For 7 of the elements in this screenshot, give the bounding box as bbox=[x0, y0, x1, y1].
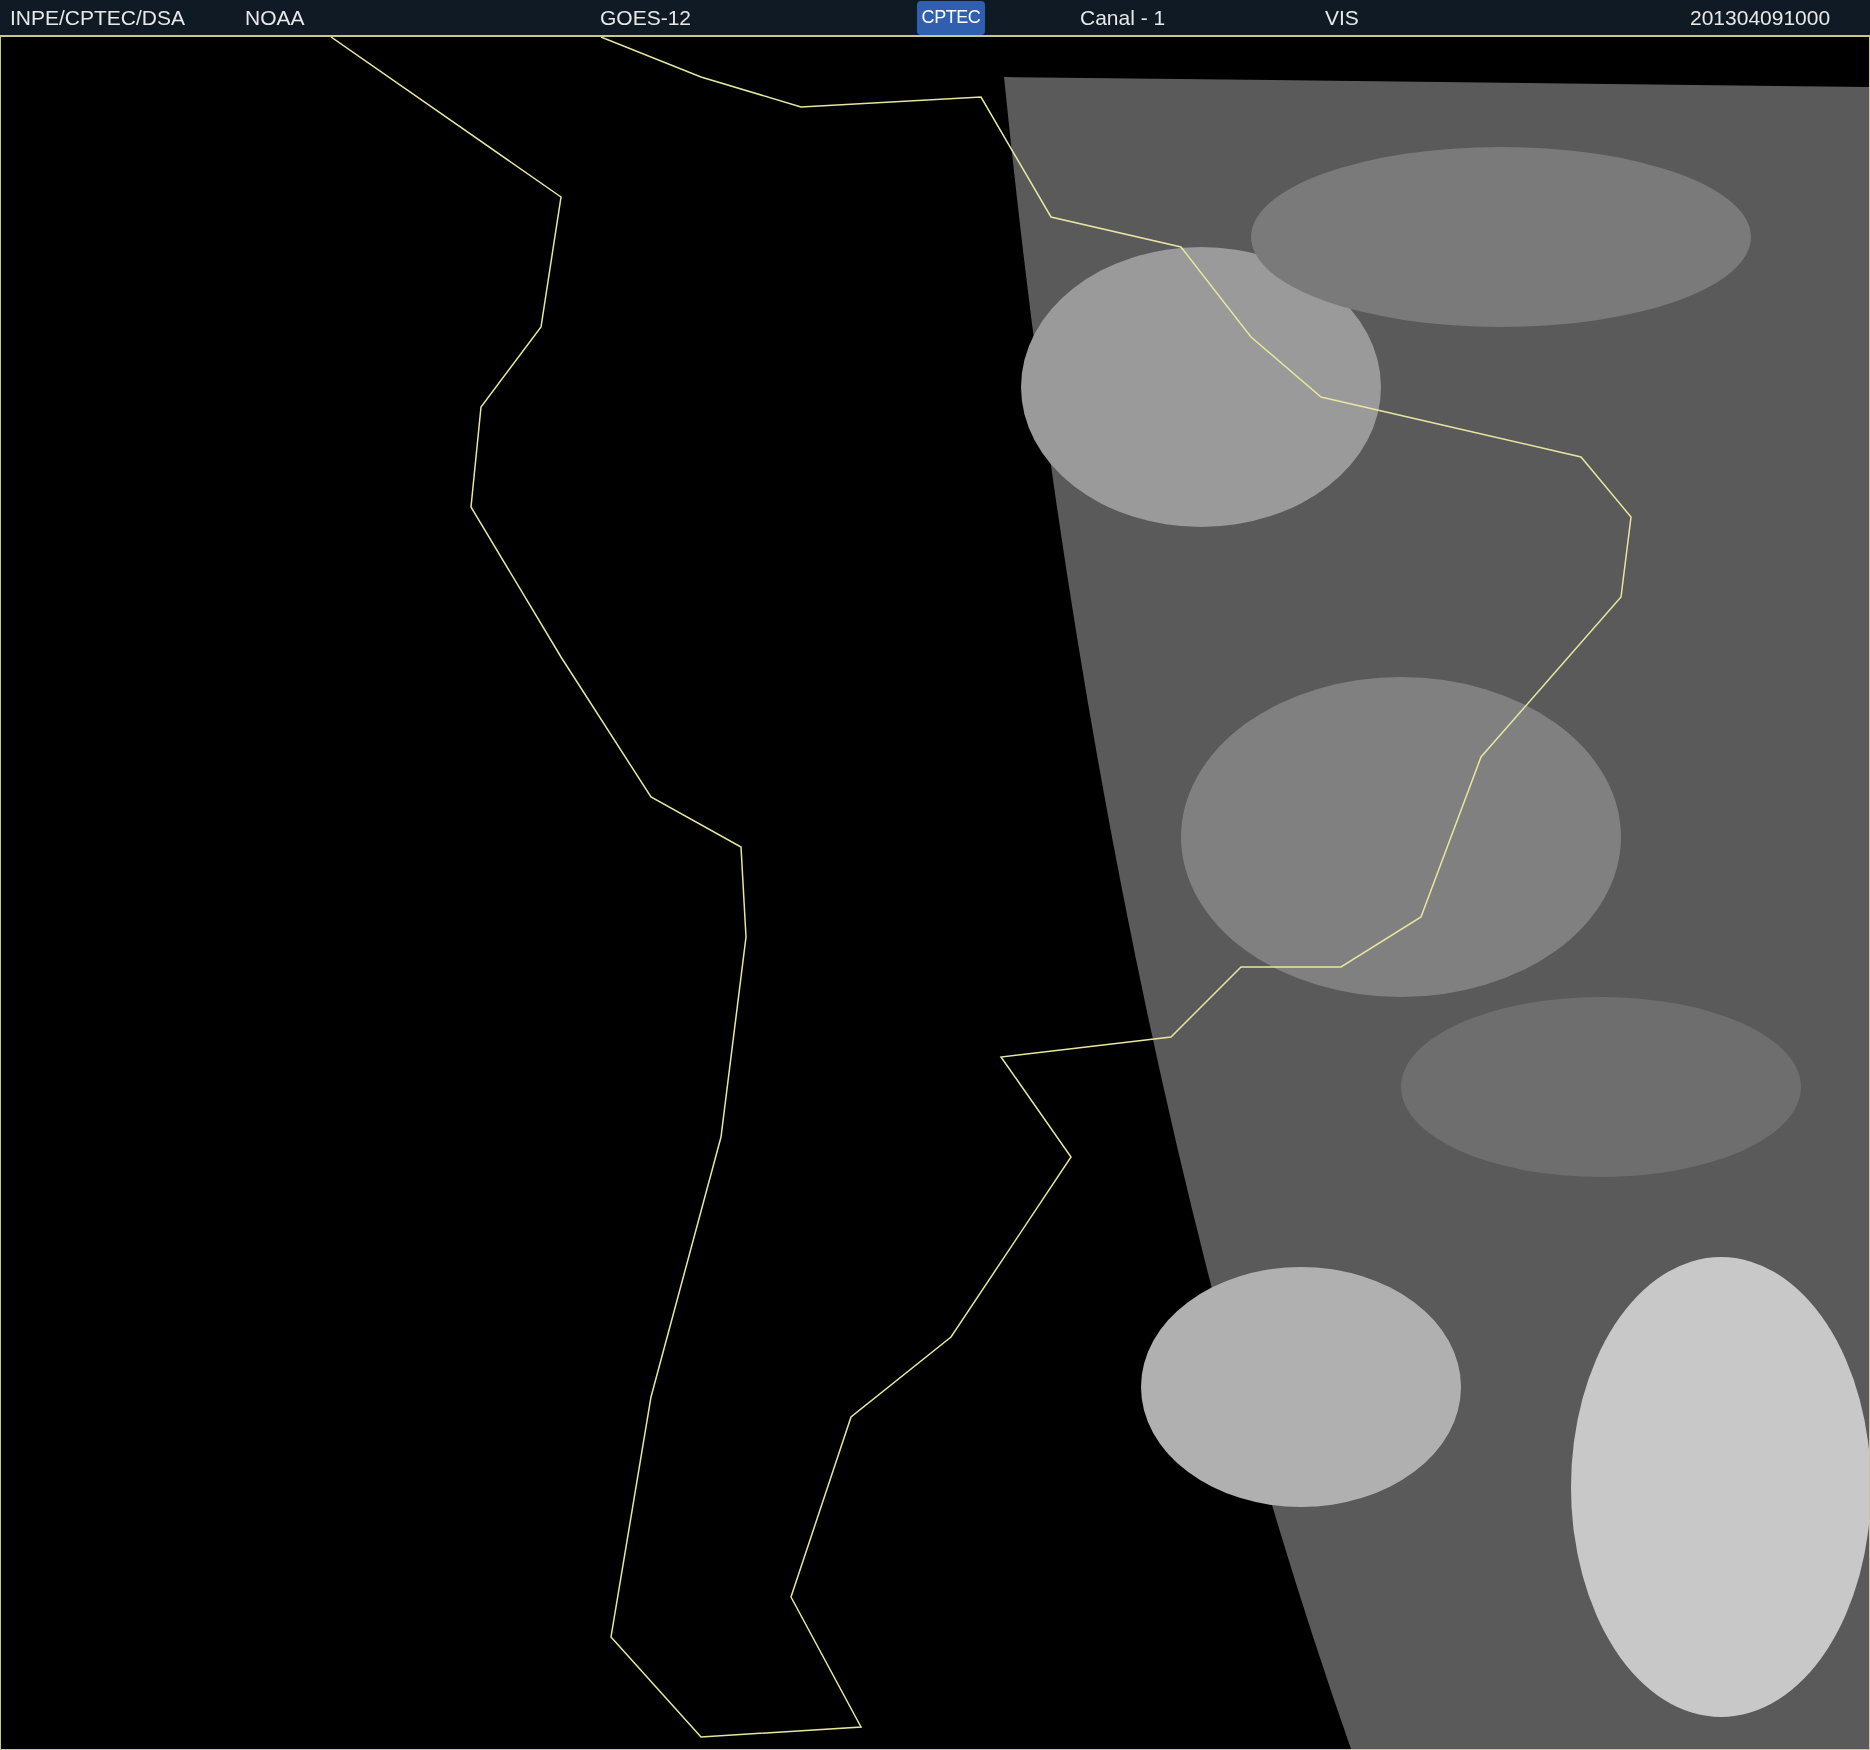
header-label: 201304091000 bbox=[1690, 4, 1831, 31]
header-label: VIS bbox=[1325, 4, 1359, 31]
header-label: NOAA bbox=[245, 4, 305, 31]
header-label: INPE/CPTEC/DSA bbox=[10, 4, 186, 31]
header-label: Canal - 1 bbox=[1080, 4, 1166, 31]
header-label: GOES-12 bbox=[600, 4, 692, 31]
header-logo: CPTEC bbox=[917, 0, 985, 35]
